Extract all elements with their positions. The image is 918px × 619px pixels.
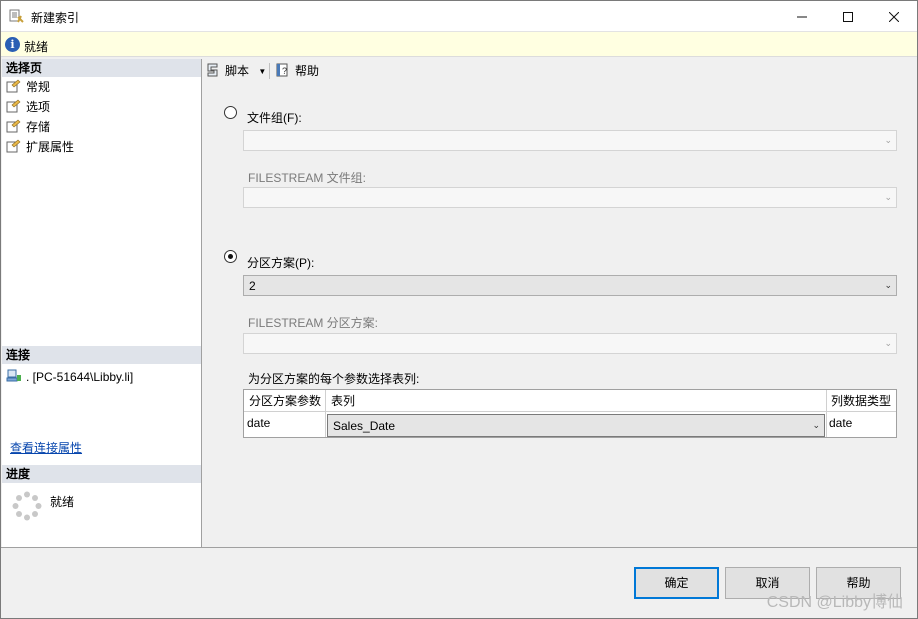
maximize-button[interactable] [825, 1, 871, 31]
param-cell: date [247, 416, 271, 430]
script-label: 脚本 [225, 64, 250, 78]
status-bar: i 就绪 [1, 31, 917, 57]
param-table-caption: 为分区方案的每个参数选择表列: [248, 372, 420, 386]
help-toolbar-button[interactable]: ? 帮助 [275, 62, 319, 80]
page-label: 选项 [26, 100, 51, 114]
page-options[interactable]: 选项 [6, 98, 50, 116]
filestream-partition-select[interactable]: ⌄ [243, 333, 897, 354]
page-icon [6, 99, 22, 113]
filestream-filegroup-select[interactable]: ⌄ [243, 187, 897, 208]
connection-server: . [PC-51644\Libby.li] [26, 370, 134, 384]
page-general[interactable]: 常规 [6, 78, 50, 96]
page-icon [6, 79, 22, 93]
chevron-down-icon: ⌄ [884, 192, 892, 202]
filegroup-select[interactable]: ⌄ [243, 130, 897, 151]
grid-header-param: 分区方案参数 [249, 394, 322, 408]
chevron-down-icon: ⌄ [884, 135, 892, 145]
help-icon: ? [275, 63, 291, 77]
main-pane: 脚本 ▼ ? 帮助 文件组(F): ⌄ FILESTREAM 文件组: ⌄ 分区方… [203, 59, 915, 547]
filestream-filegroup-label: FILESTREAM 文件组: [248, 171, 367, 185]
select-page-header: 选择页 [2, 59, 201, 77]
page-label: 常规 [26, 80, 51, 94]
filestream-partition-label: FILESTREAM 分区方案: [248, 316, 379, 330]
radio-selected-dot [228, 254, 233, 259]
script-icon [205, 63, 221, 77]
progress-header: 进度 [2, 465, 201, 483]
partition-scheme-radio[interactable] [224, 250, 237, 263]
footer-divider [1, 547, 917, 548]
toolbar: 脚本 ▼ ? 帮助 [203, 59, 915, 83]
filegroup-label: 文件组(F): [247, 111, 302, 125]
page-label: 存储 [26, 120, 51, 134]
table-row: date Sales_Date ⌄ date [244, 412, 896, 437]
chevron-down-icon: ▼ [258, 67, 267, 76]
progress-status: 就绪 [50, 495, 75, 509]
grid-header-column: 表列 [331, 394, 356, 408]
info-icon: i [5, 37, 20, 52]
watermark: CSDN @Libby博仙 [766, 594, 903, 611]
chevron-down-icon: ⌄ [884, 338, 892, 348]
page-icon [6, 139, 22, 153]
partition-param-grid: 分区方案参数 表列 列数据类型 date Sales_Date ⌄ date [243, 389, 897, 438]
partition-scheme-value: 2 [249, 279, 256, 293]
help-label: 帮助 [295, 64, 320, 78]
window-title: 新建索引 [31, 11, 80, 25]
status-text: 就绪 [24, 40, 49, 54]
svg-text:?: ? [282, 66, 287, 76]
chevron-down-icon: ⌄ [884, 280, 892, 290]
ok-button[interactable]: 确定 [634, 567, 719, 599]
view-connection-properties-link[interactable]: 查看连接属性 [10, 439, 82, 457]
toolbar-separator [269, 63, 270, 79]
table-column-select[interactable]: Sales_Date ⌄ [327, 414, 825, 437]
left-pane: 选择页 常规 选项 存储 扩展属性 连接 . [PC-51644\Libby.l… [2, 59, 202, 547]
page-extended-properties[interactable]: 扩展属性 [6, 138, 74, 156]
grid-header-type: 列数据类型 [831, 394, 892, 408]
type-cell: date [829, 416, 853, 430]
script-button[interactable]: 脚本 ▼ [205, 62, 266, 80]
filegroup-radio[interactable] [224, 106, 237, 119]
page-storage[interactable]: 存储 [6, 118, 50, 136]
connection-header: 连接 [2, 346, 201, 364]
minimize-button[interactable] [779, 1, 825, 31]
server-icon [6, 369, 22, 383]
table-column-value: Sales_Date [333, 419, 396, 433]
grid-header-row: 分区方案参数 表列 列数据类型 [244, 390, 896, 437]
chevron-down-icon: ⌄ [812, 420, 820, 430]
app-icon [9, 8, 25, 24]
partition-scheme-select[interactable]: 2 ⌄ [243, 275, 897, 296]
connection-item: . [PC-51644\Libby.li] [6, 368, 133, 386]
progress-spinner-icon [12, 491, 42, 521]
new-index-dialog: 新建索引 i 就绪 选择页 常规 选项 存储 扩展属性 连接 . [PC-516… [0, 0, 918, 619]
page-label: 扩展属性 [26, 140, 75, 154]
partition-scheme-label: 分区方案(P): [247, 256, 315, 270]
title-bar: 新建索引 [1, 1, 917, 31]
close-button[interactable] [871, 1, 917, 31]
page-icon [6, 119, 22, 133]
